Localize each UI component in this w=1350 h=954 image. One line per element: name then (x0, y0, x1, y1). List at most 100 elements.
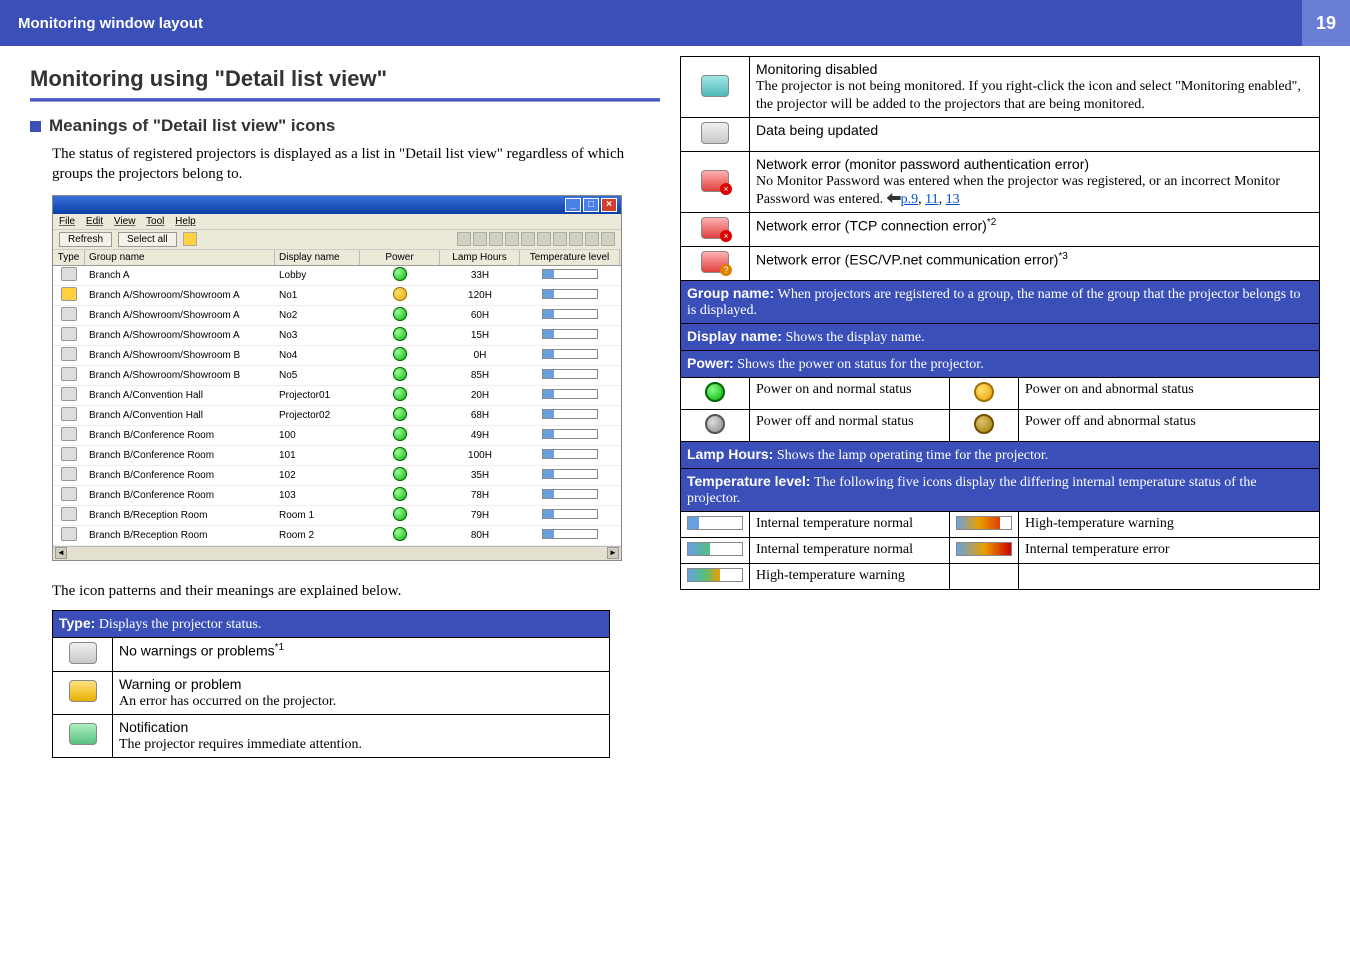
title-underline (30, 98, 660, 102)
page-number: 19 (1302, 0, 1350, 46)
minimize-icon[interactable]: _ (565, 198, 581, 212)
toolbar-icon[interactable] (489, 232, 503, 246)
toolbar-icon[interactable] (521, 232, 535, 246)
power-status-icon (393, 427, 407, 441)
temp-bar-icon (542, 449, 598, 459)
menu-edit[interactable]: Edit (86, 216, 103, 227)
temp-bar-icon (542, 329, 598, 339)
link-11[interactable]: 11 (925, 192, 938, 207)
cell-lamp: 33H (440, 269, 520, 282)
toolbar-icon[interactable] (585, 232, 599, 246)
col-group[interactable]: Group name (85, 250, 275, 265)
table-row: Internal temperature normal High-tempera… (681, 512, 1320, 538)
link-13[interactable]: 13 (946, 192, 960, 207)
table-row[interactable]: Branch B/Conference Room10049H (53, 426, 621, 446)
table-row[interactable]: Branch A/Convention HallProjector0268H (53, 406, 621, 426)
data-updated-text: Data being updated (750, 118, 1320, 152)
toolbar-icon[interactable] (457, 232, 471, 246)
cell-group: Branch A/Showroom/Showroom A (85, 289, 275, 302)
table-row[interactable]: Branch B/Conference Room10235H (53, 466, 621, 486)
table-row: Monitoring disabledThe projector is not … (681, 57, 1320, 118)
projector-type-icon (61, 507, 77, 521)
temp-level-5-icon (956, 542, 1012, 556)
link-p9[interactable]: p.9 (901, 192, 919, 207)
scroll-right-icon[interactable]: ► (607, 547, 619, 559)
power-status-icon (393, 387, 407, 401)
power-status-icon (393, 367, 407, 381)
cell-display: 101 (275, 449, 360, 462)
table-row: NotificationThe projector requires immed… (53, 714, 610, 757)
col-type[interactable]: Type (53, 250, 85, 265)
table-row[interactable]: Branch A/Showroom/Showroom ANo1120H (53, 286, 621, 306)
cell-display: Projector01 (275, 389, 360, 402)
network-tcp-error-icon: × (701, 217, 729, 239)
table-row[interactable]: Branch A/Showroom/Showroom BNo40H (53, 346, 621, 366)
cell-group: Branch A/Convention Hall (85, 389, 275, 402)
temp-bar-icon (542, 529, 598, 539)
table-row[interactable]: Branch B/Reception RoomRoom 179H (53, 506, 621, 526)
cell-group: Branch A/Convention Hall (85, 409, 275, 422)
type-table: Type: Displays the projector status. No … (52, 610, 610, 758)
window-title-text (57, 199, 60, 210)
table-row[interactable]: Branch A/Showroom/Showroom ANo315H (53, 326, 621, 346)
refresh-button[interactable]: Refresh (59, 232, 112, 247)
cell-group: Branch B/Reception Room (85, 509, 275, 522)
lamp-header: Lamp Hours: Shows the lamp operating tim… (681, 442, 1320, 469)
maximize-icon[interactable]: □ (583, 198, 599, 212)
cell-display: 103 (275, 489, 360, 502)
menu-view[interactable]: View (114, 216, 136, 227)
table-body: Branch ALobby33HBranch A/Showroom/Showro… (53, 266, 621, 546)
toolbar-icon[interactable] (537, 232, 551, 246)
table-row[interactable]: Branch A/Showroom/Showroom BNo585H (53, 366, 621, 386)
power-off-normal-text: Power off and normal status (750, 410, 950, 442)
square-bullet-icon (30, 121, 41, 132)
toolbar-icon[interactable] (553, 232, 567, 246)
type-icon-cell (53, 671, 113, 714)
toolbar-icon[interactable] (473, 232, 487, 246)
power-status-icon (393, 327, 407, 341)
warning-toolbar-icon[interactable] (183, 232, 197, 246)
col-display[interactable]: Display name (275, 250, 360, 265)
col-power[interactable]: Power (360, 250, 440, 265)
temp-bar-icon (542, 429, 598, 439)
toolbar-icon[interactable] (505, 232, 519, 246)
mon-disabled-desc: The projector is not being monitored. If… (756, 79, 1301, 112)
select-all-button[interactable]: Select all (118, 232, 177, 247)
table-row[interactable]: Branch ALobby33H (53, 266, 621, 286)
close-icon[interactable]: × (601, 198, 617, 212)
table-row[interactable]: Branch B/Conference Room10378H (53, 486, 621, 506)
power-on-abnormal-icon (974, 382, 994, 402)
projector-type-icon (61, 467, 77, 481)
menu-file[interactable]: File (59, 216, 75, 227)
cell-lamp: 79H (440, 509, 520, 522)
table-row[interactable]: Branch B/Conference Room101100H (53, 446, 621, 466)
net-tcp-text: Network error (TCP connection error) (756, 218, 987, 234)
table-row[interactable]: Branch A/Convention HallProjector0120H (53, 386, 621, 406)
cell-lamp: 35H (440, 469, 520, 482)
col-lamp[interactable]: Lamp Hours (440, 250, 520, 265)
power-status-icon (393, 447, 407, 461)
menu-tool[interactable]: Tool (146, 216, 164, 227)
col-temp[interactable]: Temperature level (520, 250, 620, 265)
table-row: No warnings or problems*1 (53, 637, 610, 671)
cell-group: Branch B/Conference Room (85, 449, 275, 462)
power-off-ab-text: Power off and abnormal status (1019, 410, 1320, 442)
table-row[interactable]: Branch A/Showroom/Showroom ANo260H (53, 306, 621, 326)
projector-warning-icon (69, 680, 97, 702)
type-header-desc: Displays the projector status. (99, 617, 262, 632)
cell-display: Room 2 (275, 529, 360, 542)
cell-display: Projector02 (275, 409, 360, 422)
toolbar-icon[interactable] (601, 232, 615, 246)
horizontal-scrollbar[interactable]: ◄ ► (53, 546, 621, 560)
cell-display: 102 (275, 469, 360, 482)
scroll-left-icon[interactable]: ◄ (55, 547, 67, 559)
temp-bar-icon (542, 289, 598, 299)
temp-header: Temperature level: The following five ic… (681, 469, 1320, 512)
projector-type-icon (61, 387, 77, 401)
net-auth-title: Network error (monitor password authenti… (756, 156, 1089, 172)
cell-display: No2 (275, 309, 360, 322)
menu-help[interactable]: Help (175, 216, 196, 227)
table-row: ? Network error (ESC/VP.net communicatio… (681, 247, 1320, 281)
table-row[interactable]: Branch B/Reception RoomRoom 280H (53, 526, 621, 546)
toolbar-icon[interactable] (569, 232, 583, 246)
